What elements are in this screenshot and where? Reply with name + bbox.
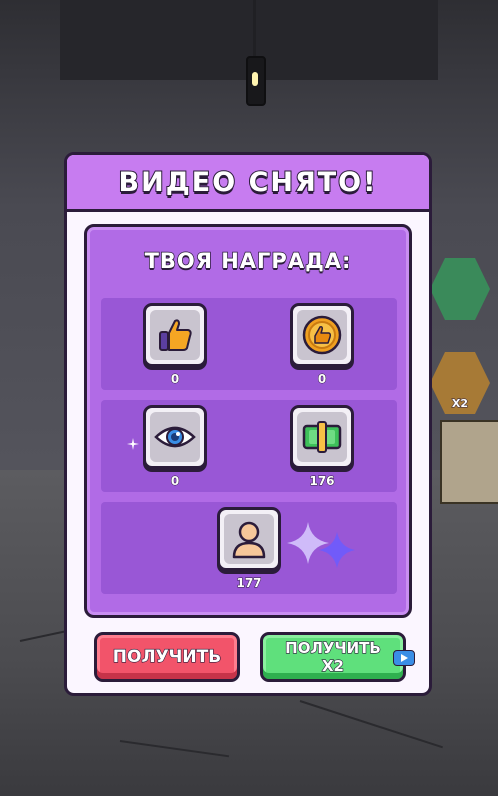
subscriber-icon: [232, 521, 266, 559]
reward-count-likes: 0: [170, 372, 180, 387]
reward-count-subscribers: 177: [236, 576, 262, 591]
reward-heading: ТВОЯ НАГРАДА:: [144, 248, 352, 274]
reward-tile-subscribers: [217, 507, 281, 571]
reward-tile-views: [143, 405, 207, 469]
get-reward-button[interactable]: ПОЛУЧИТЬ: [94, 632, 240, 682]
video-ad-icon: [393, 650, 415, 666]
eye-icon: [154, 426, 196, 448]
lamp-wire: [253, 0, 256, 58]
thumbs-up-icon: [159, 319, 192, 351]
reward-tile-coins: [290, 303, 354, 367]
reward-modal: ВИДЕО СНЯТО! ТВОЯ НАГРАДА: 0 0 0 176 177…: [64, 152, 432, 696]
get-reward-label: ПОЛУЧИТЬ: [112, 646, 222, 667]
thumbs-up-coin-icon: [302, 315, 342, 355]
modal-header: ВИДЕО СНЯТО!: [67, 155, 429, 212]
reward-panel: ТВОЯ НАГРАДА: 0 0 0 176 177: [84, 224, 412, 618]
reward-tile-cash: [290, 405, 354, 469]
hanging-lamp-icon: [246, 56, 266, 106]
reward-row: 177: [101, 502, 397, 594]
reward-tile-likes: [143, 303, 207, 367]
modal-title: ВИДЕО СНЯТО!: [118, 166, 378, 199]
get-x2-label-line2: X2: [321, 656, 344, 675]
sparkle-icon: [319, 532, 355, 568]
reward-count-cash: 176: [309, 474, 335, 489]
reward-count-views: 0: [170, 474, 180, 489]
get-reward-x2-button[interactable]: ПОЛУЧИТЬ X2: [260, 632, 415, 682]
get-x2-label-line1: ПОЛУЧИТЬ: [285, 638, 382, 657]
sparkle-icon: [127, 438, 139, 450]
reward-row: 0 0: [101, 298, 397, 390]
reward-row: 0 176: [101, 400, 397, 492]
reward-count-coins: 0: [317, 372, 327, 387]
side-cardboard-box: [440, 420, 498, 504]
cash-icon: [302, 421, 342, 453]
